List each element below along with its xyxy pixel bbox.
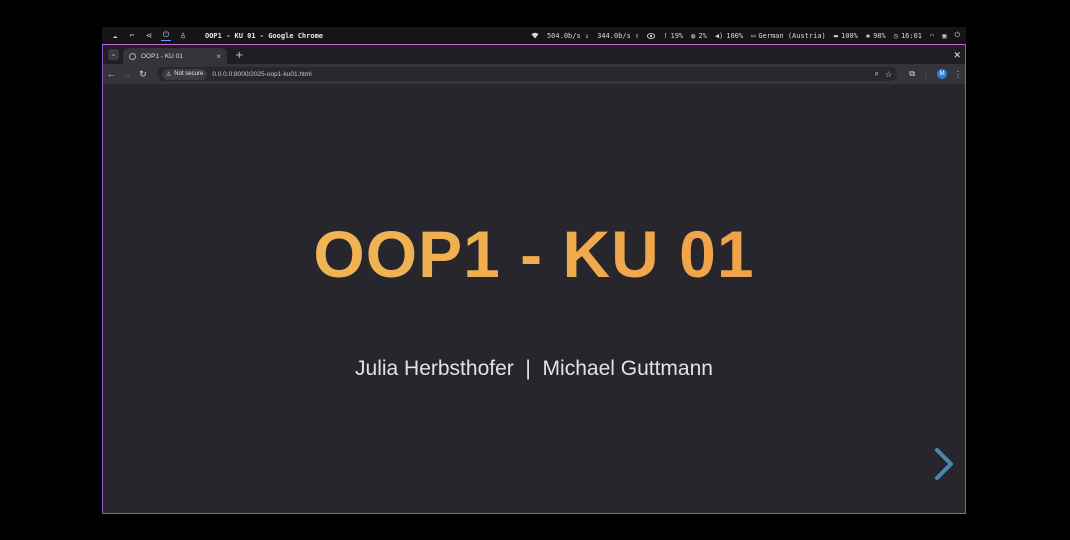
browser-toolbar: ← → ↻ ⚠ Not secure 0.0.0.0:8000/2025-oop… (103, 64, 965, 84)
speaker-icon: ◀) (714, 31, 724, 40)
screen-tray-icon[interactable]: ▣ (942, 32, 946, 40)
security-label: Not secure (174, 71, 204, 77)
back-icon[interactable]: ← (103, 69, 119, 79)
desktop-screen: ☁ ⌐ ⋖ ⏻ ♁ OOP1 - KU 01 - Google Chrome 5… (102, 27, 966, 514)
brightness-indicator[interactable]: ✺ 98% (866, 32, 886, 40)
thermometer-icon: ǃ (663, 31, 668, 40)
forward-icon[interactable]: → (119, 69, 135, 79)
security-chip[interactable]: ⚠ Not secure (161, 68, 208, 80)
reload-icon[interactable]: ↻ (135, 69, 151, 80)
workspace-switcher: ☁ ⌐ ⋖ ⏻ ♁ OOP1 - KU 01 - Google Chrome (102, 30, 323, 41)
wifi-icon[interactable] (531, 32, 539, 39)
system-top-bar: ☁ ⌐ ⋖ ⏻ ♁ OOP1 - KU 01 - Google Chrome 5… (102, 27, 966, 44)
new-tab-button[interactable]: + (235, 50, 243, 61)
keyboard-layout-value: German (Austria) (758, 31, 826, 40)
battery-icon: ▬ (833, 31, 838, 40)
clock[interactable]: ◷ 16:01 (894, 32, 922, 40)
divider: | (925, 69, 928, 79)
power-icon[interactable]: ⏻ (954, 31, 960, 40)
temperature-indicator: ǃ 19% (663, 32, 683, 40)
workspace-aux-icon[interactable]: ♁ (178, 31, 188, 40)
extensions-icon[interactable]: ⧉ (905, 69, 919, 79)
slide-viewport: OOP1 - KU 01 Julia Herbsthofer | Michael… (103, 84, 965, 513)
temperature-value: 19% (670, 31, 684, 40)
globe-icon (129, 52, 136, 60)
workspace-1[interactable]: ☁ (110, 31, 120, 40)
battery-value: 100% (840, 31, 858, 40)
clock-icon: ◷ (893, 31, 898, 40)
battery-indicator: ▬ 100% (834, 32, 858, 40)
chrome-window: ⌄ OOP1 - KU 01 × + ✕ ← → ↻ ⚠ Not secure … (102, 44, 966, 514)
active-window-title: OOP1 - KU 01 - Google Chrome (205, 31, 324, 40)
net-up-rate: 344.0b/s ⇑ (597, 31, 640, 40)
eye-icon[interactable] (647, 32, 656, 39)
zoom-icon[interactable]: ⌕ (874, 69, 878, 79)
url-text[interactable]: 0.0.0.0:8000/2025-oop1-ku01.html (212, 71, 868, 78)
brightness-icon: ✺ (865, 31, 871, 40)
window-close-icon[interactable]: ✕ (953, 51, 961, 61)
tab-search-button[interactable]: ⌄ (108, 49, 119, 60)
cpu-value: 2% (698, 31, 707, 40)
slide-title: OOP1 - KU 01 (103, 216, 965, 292)
bookmark-star-icon[interactable]: ☆ (885, 70, 892, 79)
workspace-3[interactable]: ⋖ (144, 31, 154, 40)
address-bar[interactable]: ⚠ Not secure 0.0.0.0:8000/2025-oop1-ku01… (156, 67, 898, 81)
menu-kebab-icon[interactable]: ⋮ (951, 70, 965, 79)
next-slide-arrow-icon[interactable] (929, 446, 959, 482)
volume-indicator[interactable]: ◀) 100% (715, 32, 743, 40)
tab-close-icon[interactable]: × (216, 52, 221, 61)
keyboard-layout-indicator[interactable]: ▭ German (Austria) (751, 32, 826, 40)
cpu-indicator: ◍ 2% (691, 32, 707, 40)
keyboard-icon: ▭ (751, 31, 756, 40)
brightness-value: 98% (873, 31, 886, 40)
wifi-tray-icon[interactable]: ◠ (930, 32, 934, 40)
volume-value: 100% (726, 31, 744, 40)
tab-title: OOP1 - KU 01 (141, 52, 183, 60)
tab-strip: ⌄ OOP1 - KU 01 × + ✕ (103, 45, 965, 64)
cpu-icon: ◍ (691, 31, 696, 40)
warning-icon: ⚠ (165, 71, 172, 78)
net-down-rate: 504.0b/s ⇓ (546, 31, 590, 40)
workspace-4[interactable]: ⏻ (161, 30, 171, 41)
profile-avatar[interactable]: M (937, 69, 948, 79)
clock-value: 16:01 (900, 31, 923, 40)
tab-oop1-ku01[interactable]: OOP1 - KU 01 × (123, 48, 227, 64)
workspace-2[interactable]: ⌐ (127, 31, 137, 40)
status-area: 504.0b/s ⇓ 344.0b/s ⇑ ǃ 19% ◍ 2% ◀) 100%… (531, 31, 966, 40)
slide-authors: Julia Herbsthofer | Michael Guttmann (355, 357, 713, 380)
